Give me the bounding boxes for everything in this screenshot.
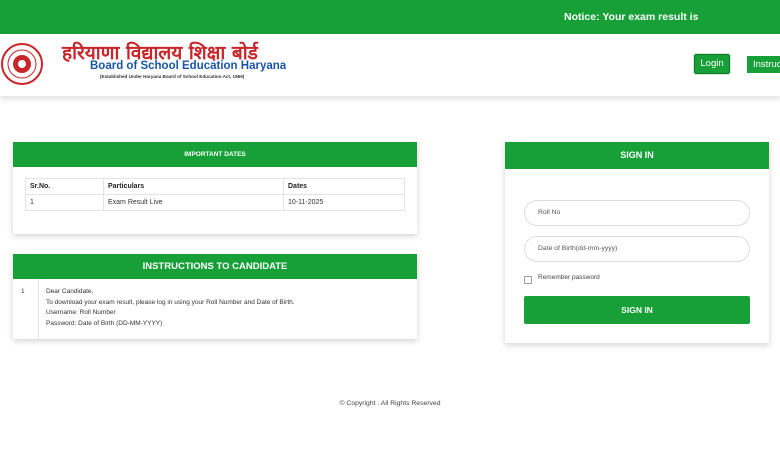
instruction-divider — [38, 279, 39, 339]
site-header: हरियाणा विद्यालय शिक्षा बोर्ड Board of S… — [0, 34, 780, 96]
cell-particular: Exam Result Live — [103, 194, 284, 211]
table-header-row: Sr.No. Particulars Dates — [25, 178, 405, 195]
instruction-line: To download your exam result, please log… — [46, 298, 295, 306]
instruction-number: 1 — [21, 288, 25, 295]
signin-button[interactable]: SIGN IN — [524, 296, 750, 324]
column-header-srno: Sr.No. — [25, 178, 104, 195]
board-seal-logo — [1, 43, 43, 85]
remember-password-label: Remember password — [538, 274, 600, 281]
dob-input[interactable]: Date of Birth(dd-mm-yyyy) — [524, 236, 750, 262]
cell-srno: 1 — [25, 194, 104, 211]
login-button[interactable]: Login — [693, 53, 731, 75]
instruction-line: Username: Roll Number — [46, 309, 116, 316]
instruction-text: Dear Candidate, To download your exam re… — [46, 287, 295, 329]
column-header-dates: Dates — [283, 178, 405, 195]
instructions-heading: INSTRUCTIONS TO CANDIDATE — [13, 254, 417, 279]
table-row: 1 Exam Result Live 10-11-2025 — [25, 194, 405, 211]
top-notice-bar: Notice: Your exam result is — [0, 0, 780, 34]
instructions-button[interactable]: Instructions — [747, 56, 780, 73]
board-title-english: Board of School Education Haryana — [90, 60, 287, 72]
important-dates-card: IMPORTANT DATES Sr.No. Particulars Dates… — [13, 142, 417, 234]
important-dates-table: Sr.No. Particulars Dates 1 Exam Result L… — [25, 178, 405, 211]
instruction-line: Dear Candidate, — [46, 288, 94, 295]
instruction-line: Password: Date of Birth (DD-MM-YYYY) — [46, 319, 163, 327]
instructions-card: INSTRUCTIONS TO CANDIDATE 1 Dear Candida… — [13, 254, 417, 339]
established-note: (Established Under Haryana Board of Scho… — [100, 74, 245, 79]
column-header-particulars: Particulars — [103, 178, 284, 195]
notice-text: Notice: Your exam result is — [564, 11, 699, 23]
remember-password-checkbox[interactable] — [524, 276, 532, 284]
signin-card: SIGN IN Roll No Date of Birth(dd-mm-yyyy… — [505, 142, 769, 343]
signin-heading: SIGN IN — [505, 142, 769, 169]
important-dates-heading: IMPORTANT DATES — [13, 142, 417, 167]
cell-date: 10-11-2025 — [283, 194, 405, 211]
copyright-footer: © Copyright . All Rights Reserved — [339, 400, 441, 407]
roll-no-input[interactable]: Roll No — [524, 200, 750, 226]
